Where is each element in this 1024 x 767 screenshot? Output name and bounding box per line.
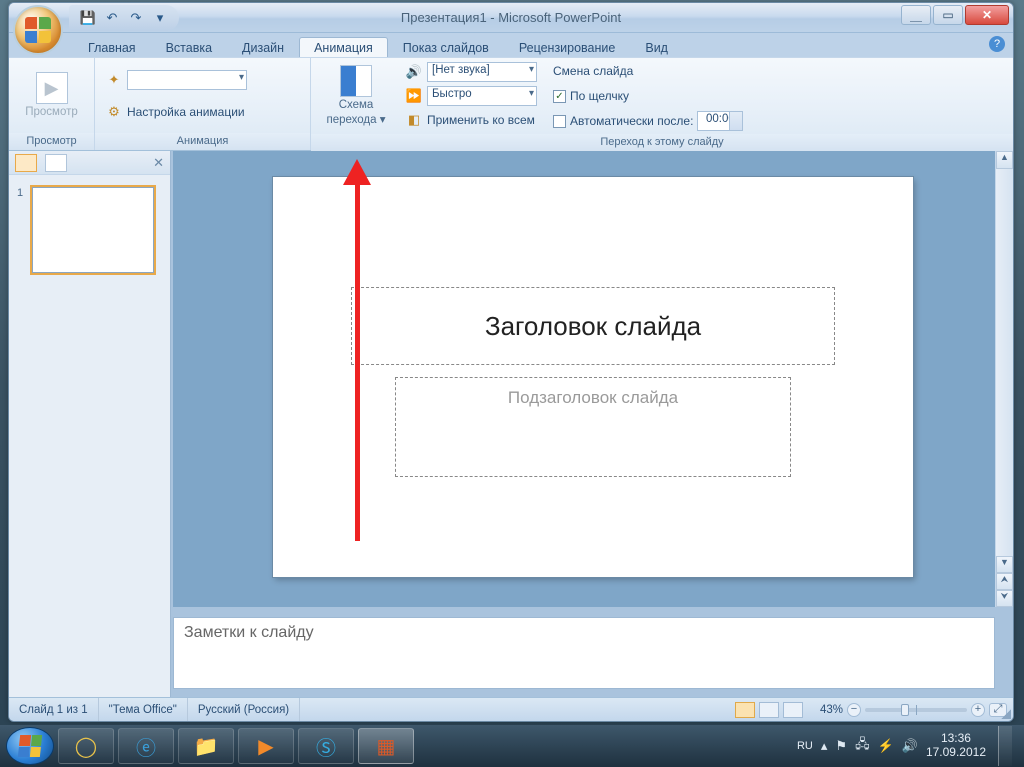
transition-scheme-icon bbox=[340, 65, 372, 97]
tab-home[interactable]: Главная bbox=[73, 37, 151, 57]
help-icon[interactable]: ? bbox=[989, 36, 1005, 52]
taskbar-chrome-icon[interactable]: ◯ bbox=[58, 728, 114, 764]
status-slide: Слайд 1 из 1 bbox=[9, 698, 99, 721]
custom-animation-label: Настройка анимации bbox=[127, 105, 245, 119]
notes-pane[interactable]: Заметки к слайду bbox=[173, 617, 995, 689]
tray-date: 17.09.2012 bbox=[926, 746, 986, 760]
prev-slide-icon[interactable]: ⮝ bbox=[996, 573, 1013, 590]
transition-scheme-l2: перехода ▾ bbox=[326, 114, 385, 127]
slide-canvas[interactable]: Заголовок слайда Подзаголовок слайда bbox=[273, 177, 913, 577]
taskbar-skype-icon[interactable]: Ⓢ bbox=[298, 728, 354, 764]
auto-after-label: Автоматически после: bbox=[570, 114, 693, 128]
tab-insert[interactable]: Вставка bbox=[151, 37, 227, 57]
tray-up-icon[interactable]: ▴ bbox=[821, 738, 828, 754]
custom-animation-icon: ⚙ bbox=[105, 104, 123, 120]
thumbnails-close-icon[interactable]: ✕ bbox=[153, 155, 164, 171]
office-button[interactable] bbox=[13, 5, 63, 55]
tab-review[interactable]: Рецензирование bbox=[504, 37, 631, 57]
group-animation: Анимация bbox=[95, 133, 310, 150]
auto-after-checkbox[interactable]: Автоматически после: 00:00 bbox=[553, 110, 743, 132]
transition-scheme-button[interactable]: Схема перехода ▾ bbox=[317, 62, 395, 130]
taskbar-explorer-icon[interactable]: 📁 bbox=[178, 728, 234, 764]
resize-grip-icon[interactable] bbox=[999, 707, 1011, 719]
preview-label: Просмотр bbox=[25, 106, 78, 119]
normal-view-icon[interactable] bbox=[735, 702, 755, 718]
group-transition: Переход к этому слайду bbox=[311, 134, 1013, 151]
show-desktop-button[interactable] bbox=[998, 726, 1012, 766]
tray-language[interactable]: RU bbox=[797, 740, 813, 752]
zoom-in-icon[interactable]: + bbox=[971, 703, 985, 717]
preview-icon: ▶ bbox=[36, 72, 68, 104]
tray-clock[interactable]: 13:36 17.09.2012 bbox=[926, 732, 986, 760]
zoom-percent[interactable]: 43% bbox=[820, 704, 843, 716]
minimize-button[interactable]: ＿ bbox=[901, 5, 931, 25]
animate-dropdown[interactable]: ✦ bbox=[105, 69, 247, 91]
title-placeholder[interactable]: Заголовок слайда bbox=[351, 287, 835, 365]
zoom-out-icon[interactable]: − bbox=[847, 703, 861, 717]
transition-speed-dropdown[interactable]: ⏩ Быстро bbox=[405, 85, 537, 107]
next-slide-icon[interactable]: ⮟ bbox=[996, 590, 1013, 607]
speed-icon: ⏩ bbox=[405, 88, 423, 104]
status-theme: "Тема Office" bbox=[99, 698, 188, 721]
group-preview: Просмотр bbox=[9, 133, 94, 150]
scroll-up-icon[interactable]: ▲ bbox=[996, 151, 1013, 169]
on-click-label: По щелчку bbox=[570, 89, 629, 103]
tray-time: 13:36 bbox=[926, 732, 986, 746]
sorter-view-icon[interactable] bbox=[759, 702, 779, 718]
quick-access-toolbar: 💾 ↶ ↷ ▾ bbox=[69, 5, 179, 31]
advance-slide-heading: Смена слайда bbox=[553, 60, 743, 82]
taskbar-powerpoint-icon[interactable]: ▦ bbox=[358, 728, 414, 764]
undo-icon[interactable]: ↶ bbox=[103, 9, 121, 27]
taskbar-ie-icon[interactable]: ⓔ bbox=[118, 728, 174, 764]
status-language[interactable]: Русский (Россия) bbox=[188, 698, 300, 721]
maximize-button[interactable]: ▭ bbox=[933, 5, 963, 25]
custom-animation-button[interactable]: ⚙ Настройка анимации bbox=[105, 101, 245, 123]
tray-network-icon[interactable]: 🖧 bbox=[855, 735, 870, 757]
transition-speed-value: Быстро bbox=[427, 86, 537, 106]
preview-button[interactable]: ▶ Просмотр bbox=[15, 62, 88, 130]
qat-more-icon[interactable]: ▾ bbox=[151, 9, 169, 27]
apply-all-icon: ◧ bbox=[405, 112, 423, 128]
tab-view[interactable]: Вид bbox=[630, 37, 683, 57]
slide-thumbnail[interactable] bbox=[32, 187, 154, 273]
on-click-checkbox[interactable]: ✓ По щелчку bbox=[553, 85, 743, 107]
tab-design[interactable]: Дизайн bbox=[227, 37, 299, 57]
vertical-scrollbar[interactable]: ▲ ▼ ⮝ ⮟ bbox=[995, 151, 1013, 607]
tray-battery-icon[interactable]: ⚡ bbox=[878, 738, 894, 754]
tray-flag-icon[interactable]: ⚑ bbox=[835, 738, 847, 754]
tab-slideshow[interactable]: Показ слайдов bbox=[388, 37, 504, 57]
apply-all-label: Применить ко всем bbox=[427, 113, 535, 127]
auto-after-time[interactable]: 00:00 bbox=[697, 111, 743, 131]
redo-icon[interactable]: ↷ bbox=[127, 9, 145, 27]
sound-icon: 🔊 bbox=[405, 64, 423, 80]
tab-animation[interactable]: Анимация bbox=[299, 37, 388, 57]
tray-volume-icon[interactable]: 🔊 bbox=[902, 738, 918, 754]
outline-tab-slides-icon[interactable] bbox=[15, 154, 37, 172]
save-icon[interactable]: 💾 bbox=[79, 9, 97, 27]
close-button[interactable]: ✕ bbox=[965, 5, 1009, 25]
start-button[interactable] bbox=[6, 727, 54, 765]
transition-sound-dropdown[interactable]: 🔊 [Нет звука] bbox=[405, 61, 537, 83]
scroll-down-icon[interactable]: ▼ bbox=[996, 556, 1013, 573]
outline-tab-outline-icon[interactable] bbox=[45, 154, 67, 172]
transition-scheme-l1: Схема bbox=[339, 99, 374, 112]
transition-sound-value: [Нет звука] bbox=[427, 62, 537, 82]
taskbar-wmp-icon[interactable]: ▶ bbox=[238, 728, 294, 764]
animate-icon: ✦ bbox=[105, 72, 123, 88]
zoom-slider[interactable] bbox=[865, 708, 967, 712]
thumb-number: 1 bbox=[17, 187, 23, 199]
subtitle-placeholder[interactable]: Подзаголовок слайда bbox=[395, 377, 791, 477]
slideshow-view-icon[interactable] bbox=[783, 702, 803, 718]
apply-to-all-button[interactable]: ◧ Применить ко всем bbox=[405, 109, 537, 131]
windows-logo-icon bbox=[18, 735, 42, 757]
